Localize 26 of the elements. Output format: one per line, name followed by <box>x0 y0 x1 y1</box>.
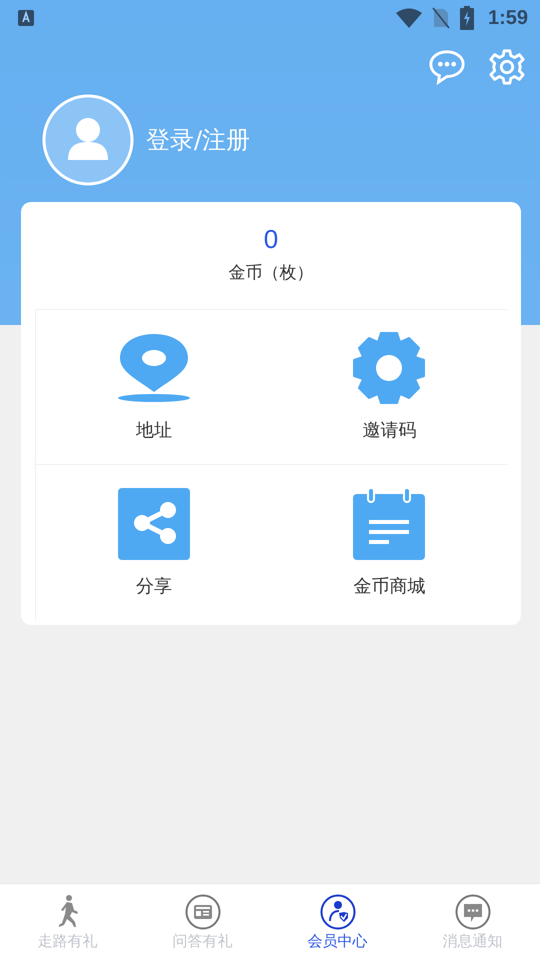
no-sim-icon <box>432 7 450 29</box>
feature-item[interactable]: 邀请码 <box>272 310 507 465</box>
notepad-icon <box>353 488 426 560</box>
feature-label: 地址 <box>136 419 172 442</box>
coin-count: 0 <box>264 224 278 255</box>
feature-item[interactable]: 金币商城 <box>272 465 507 620</box>
share-icon <box>118 488 190 560</box>
member-shield-icon <box>320 894 356 930</box>
settings-icon[interactable] <box>488 48 526 86</box>
feature-label: 邀请码 <box>362 419 416 442</box>
location-pin-icon <box>118 332 190 404</box>
nav-tab[interactable]: 会员中心 <box>270 884 405 960</box>
feature-label: 分享 <box>136 574 172 598</box>
avatar-icon[interactable] <box>42 94 134 186</box>
chat-icon <box>454 894 490 930</box>
feature-item[interactable]: 地址 <box>36 310 272 465</box>
coin-label: 金币（枚） <box>228 262 314 284</box>
clock-time: 1:59 <box>488 6 528 30</box>
gear-icon <box>353 332 426 404</box>
keyboard-icon <box>18 10 34 26</box>
feature-label: 金币商城 <box>353 574 426 598</box>
wifi-icon <box>396 8 422 28</box>
feature-item[interactable]: 分享 <box>36 465 272 620</box>
battery-icon <box>460 6 474 30</box>
chat-bubble-icon[interactable] <box>428 48 466 86</box>
id-card-icon <box>184 894 220 930</box>
